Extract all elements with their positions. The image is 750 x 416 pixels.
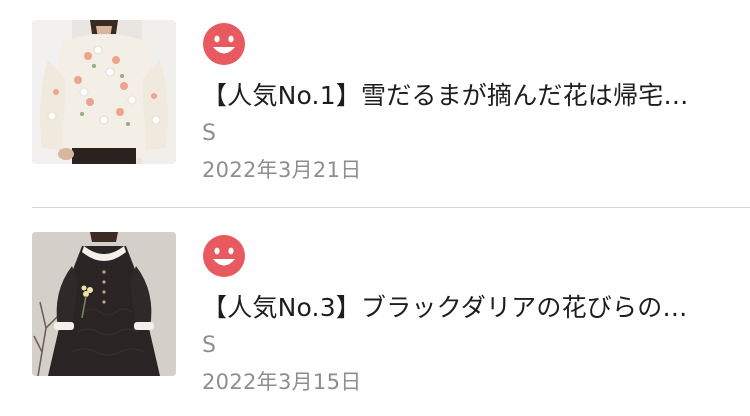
list-divider bbox=[32, 207, 750, 208]
knit-cardigan-image bbox=[32, 20, 176, 164]
black-lace-dress-image bbox=[32, 232, 176, 376]
article-date: 2022年3月15日 bbox=[202, 370, 362, 394]
article-title[interactable]: 【人気No.3】ブラックダリアの花びらの… bbox=[202, 288, 742, 328]
article-title[interactable]: 【人気No.1】雪だるまが摘んだ花は帰宅… bbox=[202, 76, 742, 116]
smiley-face-icon bbox=[202, 22, 246, 66]
article-author: S bbox=[202, 333, 216, 358]
smiley-face-icon bbox=[202, 234, 246, 278]
article-thumbnail[interactable] bbox=[32, 232, 176, 376]
article-list: 【人気No.1】雪だるまが摘んだ花は帰宅… S 2022年3月21日 【人気No… bbox=[0, 0, 750, 416]
article-date: 2022年3月21日 bbox=[202, 158, 362, 182]
article-item-1[interactable]: 【人気No.1】雪だるまが摘んだ花は帰宅… S 2022年3月21日 bbox=[0, 0, 750, 200]
article-item-2[interactable]: 【人気No.3】ブラックダリアの花びらの… S 2022年3月15日 bbox=[0, 212, 750, 412]
article-author: S bbox=[202, 121, 216, 146]
article-thumbnail[interactable] bbox=[32, 20, 176, 164]
